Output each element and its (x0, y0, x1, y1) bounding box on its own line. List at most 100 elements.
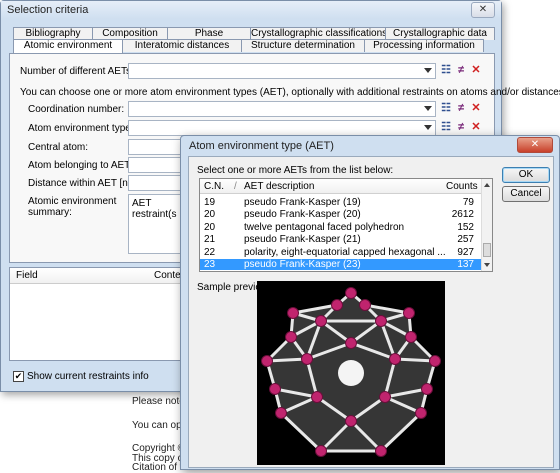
list-cell-cn: 20 (204, 221, 216, 233)
polyhedron-edge (394, 357, 436, 363)
show-restraints-label: Show current restraints info (27, 371, 149, 382)
list-item[interactable]: 20 twelve pentagonal faced polyhedron 152 (200, 222, 482, 233)
col-aet-description[interactable]: AET description (244, 181, 314, 192)
list-scrollbar[interactable] (481, 179, 492, 271)
not-equal-icon[interactable]: ≠ (455, 121, 467, 134)
aet-type-label: Atom environment type: (28, 123, 134, 134)
list-icon[interactable]: ☷ (440, 64, 452, 77)
list-item[interactable]: 20 pseudo Frank-Kasper (20) 2612 (200, 209, 482, 220)
list-item[interactable]: 22 polarity, eight-equatorial capped hexa… (200, 247, 482, 258)
chevron-down-icon (424, 125, 432, 130)
atom-sphere (421, 383, 433, 395)
atom-sphere (315, 315, 327, 327)
sample-preview-image (257, 281, 445, 465)
list-cell-cn: 23 (204, 259, 216, 270)
atom-sphere (375, 445, 387, 457)
atom-sphere (405, 331, 417, 343)
coord-number-combo[interactable] (128, 101, 436, 117)
delete-icon[interactable]: ✕ (470, 64, 482, 77)
close-button[interactable]: ✕ (517, 137, 553, 153)
list-cell-desc: polarity, eight-equatorial capped hexago… (244, 246, 446, 258)
list-cell-count: 152 (457, 221, 474, 233)
atom-sphere (275, 407, 287, 419)
dialog-body: Select one or more AETs from the list be… (188, 156, 554, 468)
distance-label: Distance within AET [nm]: (28, 178, 142, 189)
close-button[interactable]: ✕ (471, 2, 495, 18)
aet-type-actions: ☷ ≠ ✕ (440, 121, 482, 134)
col-sort-divider: / (234, 181, 237, 192)
aet-list[interactable]: C.N. / AET description Counts 19 pseudo F… (199, 178, 493, 272)
list-cell-cn: 22 (204, 246, 216, 258)
atom-sphere (379, 391, 391, 403)
col-counts[interactable]: Counts (446, 181, 478, 192)
col-field[interactable]: Field (16, 270, 38, 281)
list-item[interactable]: 19 pseudo Frank-Kasper (19) 79 (200, 197, 482, 208)
atom-belonging-combo[interactable] (128, 157, 188, 173)
tab-atomic-environment[interactable]: Atomic environment (13, 39, 123, 53)
delete-icon[interactable]: ✕ (470, 102, 482, 115)
coord-number-actions: ☷ ≠ ✕ (440, 102, 482, 115)
list-cell-desc: twelve pentagonal faced polyhedron (244, 221, 405, 233)
not-equal-icon[interactable]: ≠ (455, 102, 467, 115)
list-header: C.N. / AET description Counts (200, 179, 492, 194)
list-cell-count: 2612 (451, 209, 474, 221)
atom-sphere (311, 391, 323, 403)
list-cell-count: 257 (457, 234, 474, 246)
polyhedron-edge (266, 357, 308, 363)
scroll-up-icon[interactable] (484, 183, 490, 187)
atom-sphere (389, 353, 401, 365)
list-cell-desc: pseudo Frank-Kasper (19) (244, 197, 361, 208)
central-atom-combo[interactable] (128, 139, 188, 155)
col-cn[interactable]: C.N. (204, 181, 224, 192)
list-cell-count: 79 (462, 197, 474, 208)
summary-label: Atomic environment summary: (28, 196, 117, 218)
tab-structure-determination[interactable]: Structure determination (241, 39, 365, 52)
atom-sphere (301, 353, 313, 365)
scroll-thumb[interactable] (483, 243, 491, 257)
list-cell-cn: 20 (204, 209, 216, 221)
list-cell-cn: 21 (204, 234, 216, 246)
cancel-button[interactable]: Cancel (502, 186, 550, 202)
atom-sphere (269, 383, 281, 395)
not-equal-icon[interactable]: ≠ (455, 64, 467, 77)
distance-field[interactable] (128, 175, 188, 191)
window-title: Selection criteria (1, 1, 501, 19)
aet-type-combo[interactable] (128, 120, 436, 136)
atom-sphere (415, 407, 427, 419)
list-cell-desc: pseudo Frank-Kasper (20) (244, 209, 361, 221)
chevron-down-icon (424, 106, 432, 111)
atom-sphere (261, 355, 273, 367)
atom-sphere (345, 287, 357, 299)
atom-sphere (345, 415, 357, 427)
intro-text: You can choose one or more atom environm… (20, 87, 560, 98)
chevron-down-icon (424, 68, 432, 73)
list-cell-count: 137 (457, 259, 474, 270)
atom-belonging-label: Atom belonging to AET: (28, 160, 132, 171)
central-atom-label: Central atom: (28, 142, 89, 153)
list-cell-desc: pseudo Frank-Kasper (21) (244, 234, 361, 246)
atom-sphere (359, 299, 371, 311)
coord-number-label: Coordination number: (28, 104, 125, 115)
atom-sphere (315, 445, 327, 457)
aet-dialog: Atom environment type (AET) ✕ Select one… (180, 135, 560, 470)
tab-interatomic-distances[interactable]: Interatomic distances (122, 39, 242, 52)
ok-button[interactable]: OK (502, 167, 550, 183)
summary-value: AET restraint(s (132, 198, 177, 220)
atom-sphere (345, 337, 357, 349)
num-aets-combo[interactable] (128, 63, 436, 79)
dialog-title: Atom environment type (AET) (189, 140, 334, 152)
instruction-text: Select one or more AETs from the list be… (197, 165, 394, 176)
list-item[interactable]: 23 pseudo Frank-Kasper (23) 137 (200, 259, 482, 270)
atom-sphere (287, 307, 299, 319)
show-restraints-checkbox[interactable]: ✔ (13, 371, 24, 382)
num-aets-label: Number of different AETs: (20, 66, 134, 77)
num-aets-actions: ☷ ≠ ✕ (440, 64, 482, 77)
list-icon[interactable]: ☷ (440, 121, 452, 134)
delete-icon[interactable]: ✕ (470, 121, 482, 134)
list-icon[interactable]: ☷ (440, 102, 452, 115)
scroll-down-icon[interactable] (484, 263, 490, 267)
list-item[interactable]: 21 pseudo Frank-Kasper (21) 257 (200, 234, 482, 245)
atom-sphere (285, 331, 297, 343)
tab-processing-information[interactable]: Processing information (364, 39, 484, 52)
tab-row-2: Atomic environment Interatomic distances… (13, 39, 484, 53)
